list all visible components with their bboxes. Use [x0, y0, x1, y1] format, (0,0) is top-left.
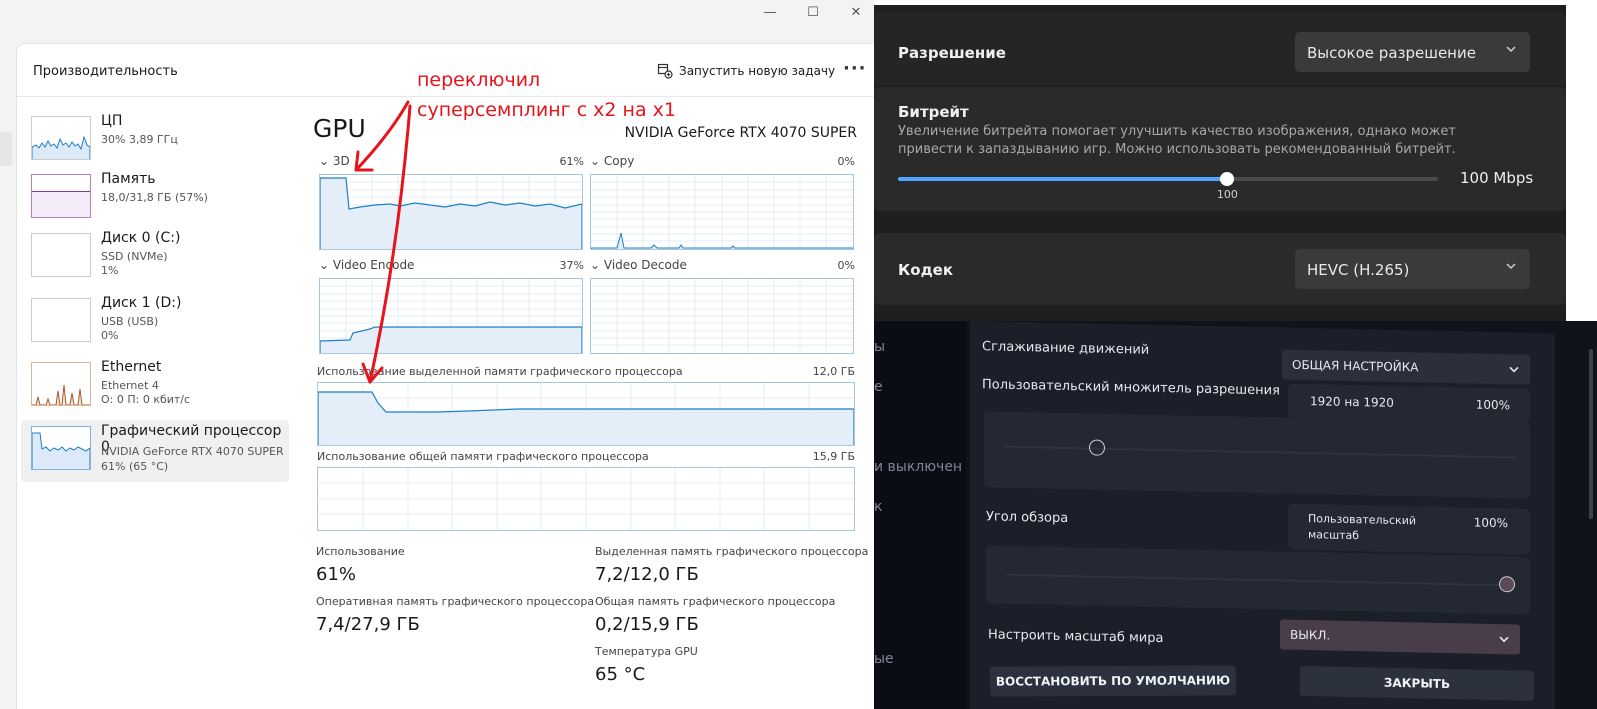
- fov-slider-track[interactable]: [1006, 573, 1506, 587]
- codec-select[interactable]: HEVC (H.265): [1295, 249, 1530, 289]
- resolution-select[interactable]: Высокое разрешение: [1295, 32, 1530, 72]
- fov-readout: Пользовательский масштаб 100%: [1288, 503, 1530, 555]
- sidebar-item[interactable]: ые: [874, 651, 894, 667]
- codec-value: HEVC (H.265): [1307, 261, 1410, 279]
- vr-settings-panel: ы е и выключен к ые Сглаживание движений…: [874, 321, 1597, 709]
- bitrate-slider-value: 100: [1216, 188, 1238, 201]
- sidebar-item[interactable]: и выключен: [874, 459, 962, 475]
- task-manager-window: — ☐ ✕ Производительность Запустить новую…: [0, 0, 874, 709]
- bitrate-description-2: привести к запаздыванию игр. Можно испол…: [898, 142, 1456, 157]
- fov-slider-knob[interactable]: [1499, 576, 1515, 593]
- bitrate-row: Битрейт Увеличение битрейта помогает улу…: [874, 87, 1566, 211]
- bitrate-label: Битрейт: [898, 103, 969, 121]
- fov-value-line-1: Пользовательский: [1308, 512, 1416, 528]
- vr-sidebar: ы е и выключен к ые: [874, 321, 966, 709]
- resolution-multiplier-label: Пользовательский множитель разрешения: [982, 377, 1280, 399]
- vr-main-panel: Сглаживание движений ОБЩАЯ НАСТРОЙКА Пол…: [970, 321, 1555, 709]
- chevron-down-icon: [1499, 636, 1509, 643]
- bitrate-value: 100 Mbps: [1460, 169, 1534, 187]
- annotation-arrows: [354, 100, 412, 384]
- resolution-row: Разрешение Высокое разрешение: [874, 13, 1566, 85]
- bitrate-slider-thumb[interactable]: [1220, 172, 1235, 186]
- fov-percent: 100%: [1473, 515, 1508, 531]
- close-menu-button[interactable]: ЗАКРЫТЬ: [1300, 665, 1534, 701]
- sidebar-item[interactable]: ы: [874, 339, 885, 355]
- resolution-value: Высокое разрешение: [1307, 44, 1476, 62]
- restore-defaults-button[interactable]: ВОССТАНОВИТЬ ПО УМОЛЧАНИЮ: [989, 665, 1237, 697]
- stream-settings-panel: Разрешение Высокое разрешение Битрейт Ув…: [874, 5, 1566, 321]
- fov-slider-row: [986, 545, 1530, 615]
- codec-label: Кодек: [898, 261, 954, 279]
- resolution-slider-track[interactable]: [1004, 445, 1516, 459]
- resolution-slider-row: [984, 411, 1530, 499]
- motion-smoothing-label: Сглаживание движений: [982, 339, 1150, 358]
- world-scale-value: ВЫКЛ.: [1290, 627, 1331, 643]
- world-scale-label: Настроить масштаб мира: [988, 627, 1164, 647]
- motion-smoothing-select[interactable]: ОБЩАЯ НАСТРОЙКА: [1282, 349, 1530, 385]
- motion-smoothing-value: ОБЩАЯ НАСТРОЙКА: [1292, 357, 1419, 375]
- bitrate-slider-fill: [898, 177, 1228, 181]
- fov-label: Угол обзора: [986, 509, 1069, 527]
- resolution-label: Разрешение: [898, 44, 1006, 62]
- resolution-value: 1920 на 1920: [1310, 394, 1394, 410]
- resolution-multiplier-readout: 1920 на 1920 100%: [1288, 383, 1530, 423]
- sidebar-item[interactable]: к: [874, 499, 882, 515]
- sidebar-item[interactable]: е: [874, 379, 883, 395]
- chevron-down-icon: [1506, 46, 1516, 53]
- world-scale-select[interactable]: ВЫКЛ.: [1280, 619, 1520, 655]
- chevron-down-icon: [1509, 366, 1519, 373]
- chevron-down-icon: [1506, 263, 1516, 270]
- fov-value-line-2: масштаб: [1308, 528, 1360, 543]
- codec-row: Кодек HEVC (H.265): [874, 233, 1566, 305]
- resolution-percent: 100%: [1475, 397, 1510, 413]
- resolution-slider-knob[interactable]: [1089, 439, 1106, 456]
- vr-scrollbar[interactable]: [1589, 349, 1593, 519]
- bitrate-description-1: Увеличение битрейта помогает улучшить ка…: [898, 124, 1456, 139]
